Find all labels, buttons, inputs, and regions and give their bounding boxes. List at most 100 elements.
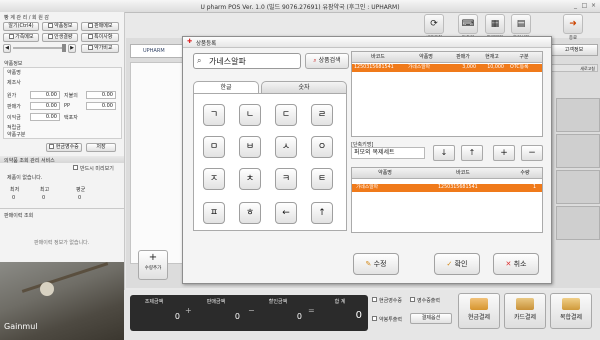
mixed-pay-button[interactable]: 복합결제: [550, 293, 592, 329]
upharm-logo: UPHARM: [130, 44, 190, 58]
preview-checkbox[interactable]: [73, 165, 78, 170]
key-mieum[interactable]: ㅁ: [203, 136, 225, 158]
refresh-small-button[interactable]: 새로고침: [546, 64, 598, 72]
col-price: 판매가: [456, 54, 470, 60]
slider-left-button[interactable]: ◀: [3, 44, 11, 53]
label-price: 판매가: [7, 104, 21, 110]
lookup-button[interactable]: 알기(Ctrl4): [3, 22, 39, 31]
shift-key[interactable]: ↑: [311, 202, 333, 224]
edit-label: 수정: [373, 260, 387, 268]
key-pieup[interactable]: ㅍ: [203, 202, 225, 224]
cash-receipt-label: 현금영수증: [55, 144, 79, 150]
cancel-button[interactable]: ✕ 취소: [493, 253, 539, 275]
sales-memo-button[interactable]: 판매메모: [81, 22, 119, 31]
key-kieuk[interactable]: ㅋ: [275, 168, 297, 190]
payment-option-button[interactable]: 결제옵션: [410, 313, 452, 324]
save-button[interactable]: 저장: [86, 143, 116, 152]
card-pay-button[interactable]: 카드결제: [504, 293, 546, 329]
slider-thumb[interactable]: [62, 44, 66, 52]
side-slot-3[interactable]: [556, 170, 600, 204]
safety-check-button[interactable]: 안생결량: [42, 33, 78, 42]
cash-receipt-checkbox[interactable]: [49, 144, 55, 149]
minimize-button[interactable]: _: [572, 2, 579, 9]
bird-shape: [40, 282, 54, 296]
family-memo-checkbox[interactable]: [8, 34, 14, 39]
cash-pay-button[interactable]: 현금결제: [458, 293, 500, 329]
key-giyeok[interactable]: ㄱ: [203, 104, 225, 126]
keyboard-icon[interactable]: ⌨: [458, 14, 478, 34]
add-quantity-button[interactable]: + 수량추가: [138, 250, 168, 280]
exit-icon[interactable]: ➜: [563, 14, 583, 34]
sales-ledger-icon[interactable]: ▦: [485, 14, 505, 34]
key-tieut[interactable]: ㅌ: [311, 168, 333, 190]
search-value: 가네스알파: [209, 57, 246, 66]
margin-field[interactable]: 0.00: [30, 113, 60, 121]
backspace-key[interactable]: ←: [275, 202, 297, 224]
shortcut-name-field[interactable]: 퍼모외 복제세트: [351, 147, 425, 159]
settings-icon[interactable]: ▤: [511, 14, 531, 34]
key-ieung[interactable]: ㅇ: [311, 136, 333, 158]
key-rieul[interactable]: ㄹ: [311, 104, 333, 126]
key-bieup[interactable]: ㅂ: [239, 136, 261, 158]
customer-info-tab[interactable]: 고객정보: [550, 44, 598, 56]
section-title-drug-info: 약품정보: [4, 61, 23, 67]
price-field[interactable]: 0.00: [30, 102, 60, 110]
confirm-button[interactable]: ✓ 확인: [434, 253, 480, 275]
key-hieut[interactable]: ㅎ: [239, 202, 261, 224]
dialog-title: 상품등록: [196, 41, 217, 47]
key-siot[interactable]: ㅅ: [275, 136, 297, 158]
slider-track[interactable]: [13, 47, 63, 49]
side-slot-4[interactable]: [556, 206, 600, 240]
payment-field[interactable]: 0.00: [86, 91, 116, 99]
row-type: OTC등록: [510, 65, 529, 70]
cost-field[interactable]: 0.00: [30, 91, 60, 99]
drug-info-checkbox[interactable]: [47, 23, 53, 28]
stat-avg-value: 0: [78, 195, 82, 201]
brand-name: Gainmul: [4, 322, 38, 331]
plus-icon: +: [148, 252, 158, 263]
search-input[interactable]: ⌕ 가네스알파: [193, 53, 301, 69]
add-item-button[interactable]: +: [493, 145, 515, 161]
slider-right-button[interactable]: ▶: [68, 44, 76, 53]
preview-label: 반드시 미리보기: [80, 166, 114, 172]
refresh-icon[interactable]: ⟳: [424, 14, 444, 34]
table-row[interactable]: 가네스알파 1250315681541 1: [352, 184, 542, 192]
cash-receipt-button[interactable]: 현금영수증: [46, 143, 82, 152]
prescription-list[interactable]: [130, 62, 188, 264]
dialog-app-icon: ✚: [187, 38, 193, 45]
side-slot-1[interactable]: [556, 98, 600, 132]
price-compare-button[interactable]: 약가비교: [81, 44, 119, 53]
key-digeut[interactable]: ㄷ: [275, 104, 297, 126]
envelope-print-checkbox[interactable]: [372, 316, 377, 321]
key-nieun[interactable]: ㄴ: [239, 104, 261, 126]
label-cost: 원가: [7, 93, 17, 99]
price-compare-checkbox[interactable]: [87, 45, 93, 50]
tab-number[interactable]: 숫자: [261, 81, 347, 93]
move-down-button[interactable]: ↓: [433, 145, 455, 161]
receipt-print-checkbox[interactable]: [410, 297, 415, 302]
cash-receipt-opt-checkbox[interactable]: [372, 297, 377, 302]
side-slot-2[interactable]: [556, 134, 600, 168]
close-button[interactable]: ×: [590, 2, 597, 9]
move-up-button[interactable]: ↑: [461, 145, 483, 161]
exit-label: 종료: [568, 36, 578, 41]
tab-hangul[interactable]: 한글: [193, 81, 259, 93]
table-row[interactable]: 1250315681541 가네스알파 3,000 10,000 OTC등록: [352, 64, 542, 72]
sales-memo-checkbox[interactable]: [87, 23, 93, 28]
label-pp: PP: [64, 103, 71, 109]
special-notes-checkbox[interactable]: [87, 34, 93, 39]
row2-barcode: 1250315681541: [438, 185, 478, 190]
family-memo-button[interactable]: 가족메모: [3, 33, 39, 42]
prep-amount-value: 0: [174, 312, 180, 321]
maximize-button[interactable]: □: [581, 2, 588, 9]
drug-info-button[interactable]: 약품정보: [42, 22, 78, 31]
edit-button[interactable]: ✎ 수정: [353, 253, 399, 275]
product-search-button[interactable]: ⌕ 상품검색: [305, 53, 349, 69]
pp-field[interactable]: 0.00: [86, 102, 116, 110]
section-title-member: 빵 계 관 리 / 회 원 감: [4, 15, 50, 21]
remove-item-button[interactable]: −: [521, 145, 543, 161]
key-chieut[interactable]: ㅊ: [239, 168, 261, 190]
special-notes-button[interactable]: 특이사항: [81, 33, 119, 42]
key-jieut[interactable]: ㅈ: [203, 168, 225, 190]
safety-check-checkbox[interactable]: [47, 34, 53, 39]
